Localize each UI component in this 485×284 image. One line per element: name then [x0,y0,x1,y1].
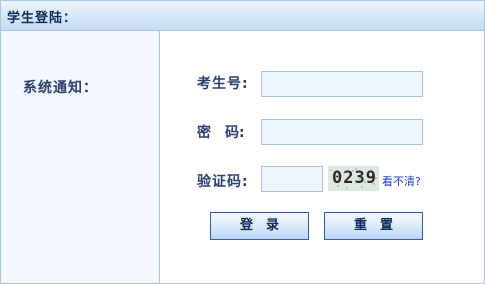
login-button[interactable]: 登 录 [210,212,309,240]
exam-no-label: 考生号: [197,76,249,92]
captcha-image[interactable]: 0239 [328,166,379,191]
panel-header: 学生登陆： [1,1,484,31]
notice-sidebar: 系统通知： [1,31,160,283]
captcha-label: 验证码: [197,174,249,190]
password-label: 密 码: [197,125,245,141]
exam-no-input[interactable] [261,71,423,97]
password-input[interactable] [261,119,423,145]
login-form-area [160,31,484,283]
reset-button[interactable]: 重 置 [324,212,423,240]
captcha-refresh-link[interactable]: 看不清? [382,173,421,189]
system-notice-label: 系统通知： [23,80,98,96]
captcha-input[interactable] [261,166,323,192]
captcha-code-text: 0239 [332,168,377,188]
panel-title: 学生登陆： [7,11,78,26]
